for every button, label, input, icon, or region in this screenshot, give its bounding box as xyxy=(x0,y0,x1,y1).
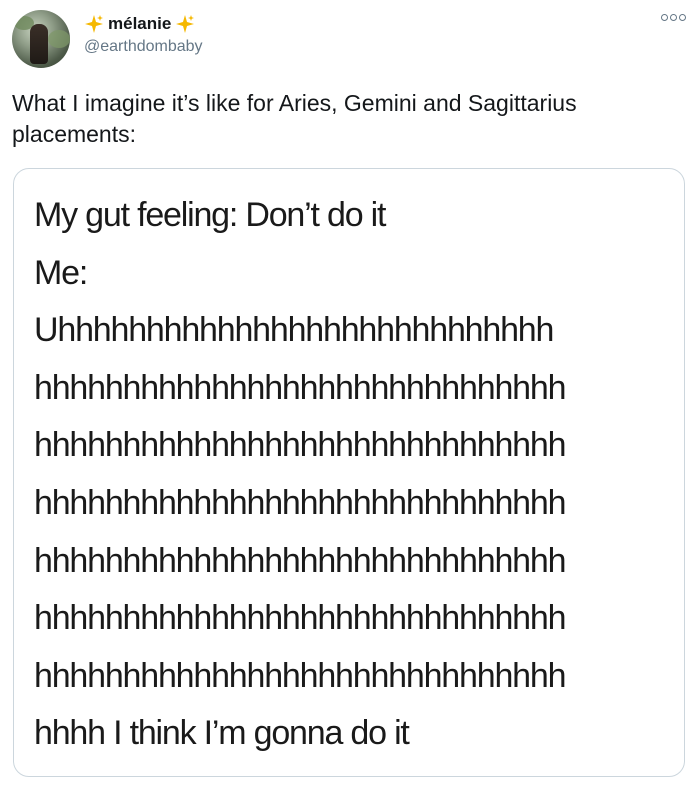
meme-image[interactable]: My gut feeling: Don’t do it Me: Uhhhhhhh… xyxy=(13,168,685,777)
meme-text: My gut feeling: Don’t do it Me: Uhhhhhhh… xyxy=(34,187,674,763)
meme-line: hhhhhhhhhhhhhhhhhhhhhhhhhhhhhh xyxy=(34,656,566,695)
avatar[interactable] xyxy=(12,10,70,68)
tweet-text: What I imagine it’s like for Aries, Gemi… xyxy=(12,88,682,150)
author-handle[interactable]: @earthdombaby xyxy=(84,38,203,56)
meme-line: hhhh I think I’m gonna do it xyxy=(34,714,410,753)
avatar-foliage xyxy=(48,30,70,48)
more-dot xyxy=(661,14,668,21)
meme-line: hhhhhhhhhhhhhhhhhhhhhhhhhhhhhh xyxy=(34,368,566,407)
more-dot xyxy=(679,14,686,21)
meme-line: hhhhhhhhhhhhhhhhhhhhhhhhhhhhhh xyxy=(34,483,566,522)
tweet-text-line: What I imagine it’s like for Aries, Gemi… xyxy=(12,90,577,116)
author-display-name[interactable]: mélanie xyxy=(108,14,171,34)
meme-line: Me: xyxy=(34,253,88,292)
more-options-icon[interactable] xyxy=(661,14,686,21)
meme-line: Uhhhhhhhhhhhhhhhhhhhhhhhhhhhh xyxy=(34,311,554,350)
tweet-text-line: placements: xyxy=(12,121,137,147)
more-dot xyxy=(670,14,677,21)
meme-line: My gut feeling: Don’t do it xyxy=(34,196,386,234)
meme-line: hhhhhhhhhhhhhhhhhhhhhhhhhhhhhh xyxy=(34,599,566,638)
avatar-person xyxy=(30,24,48,64)
sparkles-icon xyxy=(176,15,195,33)
meme-line: hhhhhhhhhhhhhhhhhhhhhhhhhhhhhh xyxy=(34,426,566,465)
sparkles-icon xyxy=(85,15,103,33)
tweet: mélanie @earthdombaby What I imagine it’… xyxy=(0,0,700,786)
author-name-row[interactable]: mélanie xyxy=(84,13,195,35)
meme-line: hhhhhhhhhhhhhhhhhhhhhhhhhhhhhh xyxy=(34,541,566,580)
